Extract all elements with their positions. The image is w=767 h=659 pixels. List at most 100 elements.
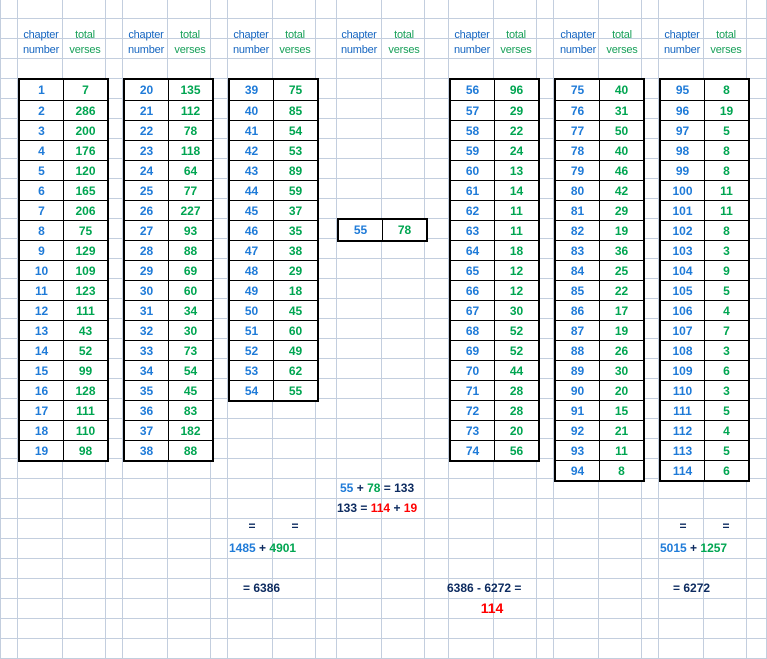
table-row: 62 11 (451, 200, 538, 220)
cell-chapter-number: 51 (230, 321, 274, 340)
table-row: 78 40 (556, 140, 643, 160)
cell-chapter-number: 77 (556, 121, 600, 140)
table-row: 52 49 (230, 340, 317, 360)
cell-chapter-number: 49 (230, 281, 274, 300)
cell-chapter-number: 101 (661, 201, 705, 220)
gridline-horizontal-12 (0, 258, 767, 259)
cell-chapter-number: 108 (661, 341, 705, 360)
cell-chapter-number: 67 (451, 301, 495, 320)
table-row: 40 85 (230, 100, 317, 120)
cell-chapter-number: 107 (661, 321, 705, 340)
table-row: 55 78 (339, 220, 426, 240)
cell-chapter-number: 25 (125, 181, 169, 200)
cell-total-verses: 20 (509, 423, 524, 438)
table-row: 48 29 (230, 260, 317, 280)
cell-total-verses: 200 (75, 123, 96, 138)
cell-chapter-number: 22 (125, 121, 169, 140)
cell-total-verses: 182 (180, 423, 201, 438)
cell-chapter-number: 59 (451, 141, 495, 160)
table-row: 63 11 (451, 220, 538, 240)
cell-chapter-number: 26 (125, 201, 169, 220)
gridline-horizontal-13 (0, 278, 767, 279)
cell-chapter-number: 16 (20, 381, 64, 400)
cell-chapter-number: 32 (125, 321, 169, 340)
gridline-horizontal-28 (0, 578, 767, 579)
cell-chapter-number: 3 (20, 121, 64, 140)
cell-total-verses: 6 (723, 363, 730, 378)
cell-chapter-number: 84 (556, 261, 600, 280)
table-row: 16 128 (20, 380, 107, 400)
table-row: 32 30 (125, 320, 212, 340)
table-row: 68 52 (451, 320, 538, 340)
equation-133-equals-114-plus-19: 133 = 114 + 19 (337, 501, 418, 515)
header-chapter-number-4: chapter number (340, 29, 378, 56)
table-row: 47 38 (230, 240, 317, 260)
cell-chapter-number: 4 (20, 141, 64, 160)
cell-total-verses: 286 (75, 103, 96, 118)
cell-total-verses: 112 (180, 103, 201, 118)
cell-total-verses: 62 (288, 363, 303, 378)
cell-total-verses: 9 (723, 263, 730, 278)
data-block-2: 20 135 21 112 22 78 23 118 24 64 25 77 26 227 27 93 28 88… (123, 78, 214, 462)
cell-chapter-number: 88 (556, 341, 600, 360)
cell-total-verses: 110 (75, 423, 96, 438)
cell-total-verses: 8 (723, 163, 730, 178)
header-chapter-number-1: chapter number (22, 29, 60, 56)
table-row: 13 43 (20, 320, 107, 340)
cell-total-verses: 40 (614, 83, 629, 97)
cell-total-verses: 18 (509, 243, 524, 258)
cell-chapter-number: 97 (661, 121, 705, 140)
cell-chapter-number: 93 (556, 441, 600, 460)
cell-total-verses: 98 (78, 443, 93, 458)
cell-total-verses: 78 (183, 123, 198, 138)
table-row: 28 88 (125, 240, 212, 260)
cell-chapter-number: 42 (230, 141, 274, 160)
cell-chapter-number: 39 (230, 80, 274, 100)
cell-chapter-number: 37 (125, 421, 169, 440)
gridline-horizontal-14 (0, 298, 767, 299)
cell-total-verses: 5 (723, 403, 730, 418)
cell-chapter-number: 87 (556, 321, 600, 340)
cell-total-verses: 118 (180, 143, 201, 158)
cell-total-verses: 93 (183, 223, 198, 238)
difference-result-114: 114 (480, 600, 504, 616)
header-total-verses-2: total verses (174, 29, 206, 56)
table-row: 3 200 (20, 120, 107, 140)
cell-chapter-number: 69 (451, 341, 495, 360)
cell-chapter-number: 23 (125, 141, 169, 160)
cell-chapter-number: 50 (230, 301, 274, 320)
cell-chapter-number: 19 (20, 441, 64, 460)
cell-chapter-number: 2 (20, 101, 64, 120)
data-block-1: 1 7 2 286 3 200 4 176 5 120 6 165 7 206 8 75 9 129 10 109 11… (18, 78, 109, 462)
cell-total-verses: 30 (183, 323, 198, 338)
total-right-6272: = 6272 (673, 581, 711, 595)
table-row: 80 42 (556, 180, 643, 200)
header-chapter-number-7: chapter number (663, 29, 701, 56)
cell-total-verses: 88 (183, 243, 198, 258)
cell-chapter-number: 74 (451, 441, 495, 460)
cell-total-verses: 8 (618, 463, 625, 478)
gridline-horizontal-21 (0, 438, 767, 439)
cell-chapter-number: 76 (556, 101, 600, 120)
table-row: 2 286 (20, 100, 107, 120)
cell-total-verses: 3 (723, 383, 730, 398)
table-row: 45 37 (230, 200, 317, 220)
table-row: 56 96 (451, 80, 538, 100)
table-row: 93 11 (556, 440, 643, 460)
cell-chapter-number: 112 (661, 421, 705, 440)
table-row: 95 8 (661, 80, 748, 100)
cell-chapter-number: 81 (556, 201, 600, 220)
cell-chapter-number: 91 (556, 401, 600, 420)
table-row: 34 54 (125, 360, 212, 380)
cell-chapter-number: 54 (230, 381, 274, 400)
table-row: 50 45 (230, 300, 317, 320)
cell-chapter-number: 90 (556, 381, 600, 400)
table-row: 20 135 (125, 80, 212, 100)
table-row: 26 227 (125, 200, 212, 220)
cell-total-verses: 59 (288, 183, 303, 198)
table-row: 9 129 (20, 240, 107, 260)
header-total-verses-5: total verses (500, 29, 532, 56)
cell-chapter-number: 102 (661, 221, 705, 240)
table-row: 74 56 (451, 440, 538, 460)
cell-total-verses: 99 (78, 363, 93, 378)
